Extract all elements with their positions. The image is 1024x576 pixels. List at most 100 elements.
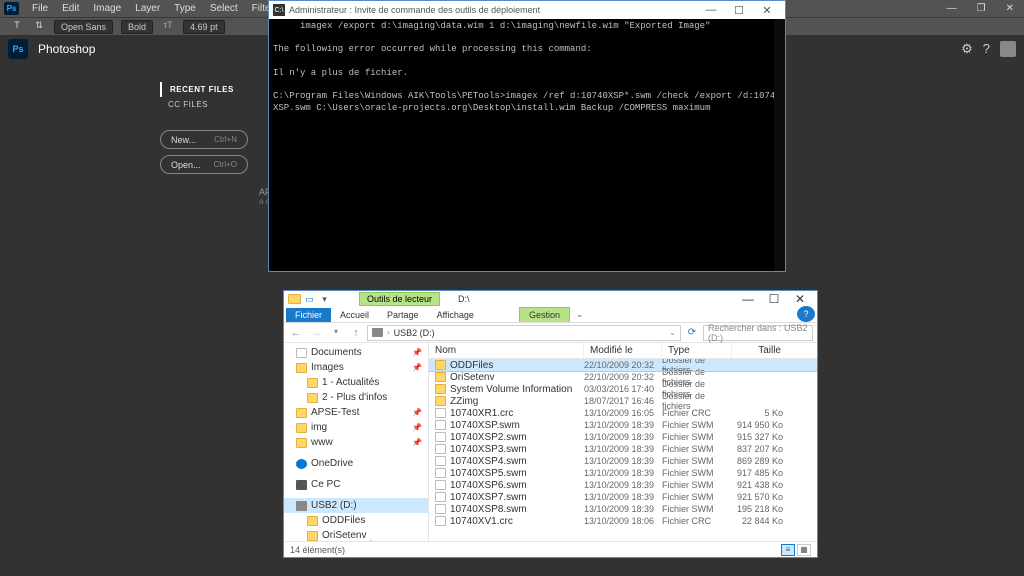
table-row[interactable]: ODDFiles22/10/2009 20:32Dossier de fichi… bbox=[429, 359, 817, 371]
ribbon-tab-manage[interactable]: Gestion bbox=[519, 307, 570, 322]
tree-item[interactable]: Documents📌 bbox=[284, 345, 428, 360]
tree-item[interactable]: img📌 bbox=[284, 420, 428, 435]
tree-item[interactable]: USB2 (D:) bbox=[284, 498, 428, 513]
tree-item[interactable]: Ce PC bbox=[284, 477, 428, 492]
qat-folder-icon[interactable] bbox=[288, 294, 301, 304]
fold-icon bbox=[296, 408, 307, 418]
table-row[interactable]: OriSetenv22/10/2009 20:32Dossier de fich… bbox=[429, 371, 817, 383]
file-date: 18/07/2017 16:46 bbox=[584, 396, 662, 406]
explorer-close-button[interactable]: ✕ bbox=[787, 292, 813, 306]
nav-forward-button[interactable]: → bbox=[308, 327, 324, 339]
tree-item[interactable]: 1 - Actualités bbox=[284, 375, 428, 390]
explorer-maximize-button[interactable]: ☐ bbox=[761, 292, 787, 306]
search-input[interactable]: Rechercher dans : USB2 (D:) bbox=[703, 325, 813, 341]
qat-chevron-icon[interactable]: ▾ bbox=[318, 293, 331, 306]
tree-item[interactable]: ODDFiles bbox=[284, 513, 428, 528]
refresh-button[interactable]: ⟳ bbox=[684, 327, 700, 338]
tree-item[interactable]: APSE-Test📌 bbox=[284, 405, 428, 420]
tree-item[interactable]: OneDrive bbox=[284, 456, 428, 471]
ps-start-sidebar: RECENT FILES CC FILES New... Ctrl+N Open… bbox=[160, 82, 260, 174]
nav-up-button[interactable]: ↑ bbox=[348, 327, 364, 339]
cmd-minimize-button[interactable]: — bbox=[697, 4, 725, 17]
table-row[interactable]: 10740XSP.swm13/10/2009 18:39Fichier SWM9… bbox=[429, 419, 817, 431]
explorer-statusbar: 14 élément(s) ≡ ▦ bbox=[284, 541, 817, 557]
ps-app-icon[interactable]: Ps bbox=[8, 39, 28, 59]
table-row[interactable]: ZZimg18/07/2017 16:46Dossier de fichiers bbox=[429, 395, 817, 407]
view-icons-button[interactable]: ▦ bbox=[797, 544, 811, 556]
ribbon-tab-home[interactable]: Accueil bbox=[331, 308, 378, 322]
tree-item[interactable]: www📌 bbox=[284, 435, 428, 450]
close-button[interactable]: ✕ bbox=[1000, 1, 1020, 16]
cmd-titlebar[interactable]: C:\ Administrateur : Invite de commande … bbox=[269, 1, 785, 19]
nav-back-button[interactable]: ← bbox=[288, 327, 304, 339]
cmd-output[interactable]: imagex /export d:\imaging\data.wim 1 d:\… bbox=[269, 19, 785, 271]
new-button[interactable]: New... Ctrl+N bbox=[160, 130, 248, 149]
font-size-select[interactable]: 4.69 pt bbox=[183, 20, 225, 34]
nav-history-button[interactable]: ▾ bbox=[328, 327, 344, 339]
menu-type[interactable]: Type bbox=[167, 1, 203, 16]
col-modified[interactable]: Modifié le bbox=[584, 343, 662, 358]
file-icon bbox=[435, 504, 446, 514]
pin-icon: 📌 bbox=[412, 348, 422, 357]
menu-file[interactable]: File bbox=[25, 1, 55, 16]
qat-properties-icon[interactable]: ▭ bbox=[303, 293, 316, 306]
menu-select[interactable]: Select bbox=[203, 1, 245, 16]
ribbon-tab-share[interactable]: Partage bbox=[378, 308, 428, 322]
menu-layer[interactable]: Layer bbox=[128, 1, 167, 16]
orientation-icon[interactable]: ⇅ bbox=[32, 20, 46, 34]
table-row[interactable]: 10740XSP7.swm13/10/2009 18:39Fichier SWM… bbox=[429, 491, 817, 503]
table-row[interactable]: 10740XSP5.swm13/10/2009 18:39Fichier SWM… bbox=[429, 467, 817, 479]
avatar[interactable] bbox=[1000, 41, 1016, 57]
minimize-button[interactable]: — bbox=[941, 1, 963, 16]
tab-cc-files[interactable]: CC FILES bbox=[160, 97, 260, 112]
explorer-minimize-button[interactable]: — bbox=[735, 292, 761, 306]
col-size[interactable]: Taille bbox=[732, 343, 787, 358]
table-row[interactable]: System Volume Information03/03/2016 17:4… bbox=[429, 383, 817, 395]
cmd-close-button[interactable]: ✕ bbox=[753, 4, 781, 17]
ps-logo-icon: Ps bbox=[4, 2, 19, 15]
table-row[interactable]: 10740XSP6.swm13/10/2009 18:39Fichier SWM… bbox=[429, 479, 817, 491]
path-dropdown-icon[interactable]: ⌄ bbox=[669, 328, 676, 337]
address-path[interactable]: › USB2 (D:) ⌄ bbox=[367, 325, 681, 341]
tree-item[interactable]: 2 - Plus d'infos bbox=[284, 390, 428, 405]
explorer-window: ▭ ▾ Outils de lecteur D:\ — ☐ ✕ Fichier … bbox=[283, 290, 818, 558]
file-size: 914 950 Ko bbox=[732, 420, 787, 430]
help-icon[interactable]: ? bbox=[983, 41, 990, 56]
cmd-maximize-button[interactable]: ☐ bbox=[725, 4, 753, 17]
table-row[interactable]: 10740XSP2.swm13/10/2009 18:39Fichier SWM… bbox=[429, 431, 817, 443]
file-columns[interactable]: Nom Modifié le Type Taille bbox=[429, 343, 817, 359]
explorer-ribbon: Fichier Accueil Partage Affichage Gestio… bbox=[284, 307, 817, 323]
tree-item-label: USB2 (D:) bbox=[311, 500, 357, 511]
tree-item[interactable]: Images📌 bbox=[284, 360, 428, 375]
ribbon-tab-view[interactable]: Affichage bbox=[428, 308, 483, 322]
col-name[interactable]: Nom bbox=[429, 343, 584, 358]
table-row[interactable]: 10740XSP8.swm13/10/2009 18:39Fichier SWM… bbox=[429, 503, 817, 515]
ribbon-help-icon[interactable]: ? bbox=[797, 306, 815, 322]
path-segment[interactable]: USB2 (D:) bbox=[394, 328, 435, 338]
tab-recent-files[interactable]: RECENT FILES bbox=[160, 82, 260, 97]
font-family-select[interactable]: Open Sans bbox=[54, 20, 113, 34]
file-name: 10740XSP2.swm bbox=[450, 432, 527, 443]
gear-icon[interactable]: ⚙ bbox=[961, 41, 973, 57]
table-row[interactable]: 10740XV1.crc13/10/2009 18:06Fichier CRC2… bbox=[429, 515, 817, 527]
table-row[interactable]: 10740XSP3.swm13/10/2009 18:39Fichier SWM… bbox=[429, 443, 817, 455]
type-tool-icon[interactable]: T bbox=[10, 20, 24, 34]
menu-image[interactable]: Image bbox=[86, 1, 128, 16]
table-row[interactable]: 10740XR1.crc13/10/2009 16:05Fichier CRC5… bbox=[429, 407, 817, 419]
file-name: 10740XSP4.swm bbox=[450, 456, 527, 467]
file-size: 5 Ko bbox=[732, 408, 787, 418]
maximize-button[interactable]: ❐ bbox=[971, 1, 992, 16]
table-row[interactable]: 10740XSP4.swm13/10/2009 18:39Fichier SWM… bbox=[429, 455, 817, 467]
file-list[interactable]: ODDFiles22/10/2009 20:32Dossier de fichi… bbox=[429, 359, 817, 541]
explorer-tree[interactable]: Documents📌Images📌1 - Actualités2 - Plus … bbox=[284, 343, 429, 541]
view-details-button[interactable]: ≡ bbox=[781, 544, 795, 556]
explorer-titlebar[interactable]: ▭ ▾ Outils de lecteur D:\ — ☐ ✕ bbox=[284, 291, 817, 307]
ribbon-expand-icon[interactable]: ⌄ bbox=[570, 307, 590, 322]
col-type[interactable]: Type bbox=[662, 343, 732, 358]
file-icon bbox=[435, 468, 446, 478]
open-button[interactable]: Open... Ctrl+O bbox=[160, 155, 248, 174]
font-weight-select[interactable]: Bold bbox=[121, 20, 153, 34]
file-icon bbox=[435, 480, 446, 490]
menu-edit[interactable]: Edit bbox=[55, 1, 86, 16]
ribbon-tab-file[interactable]: Fichier bbox=[286, 308, 331, 322]
